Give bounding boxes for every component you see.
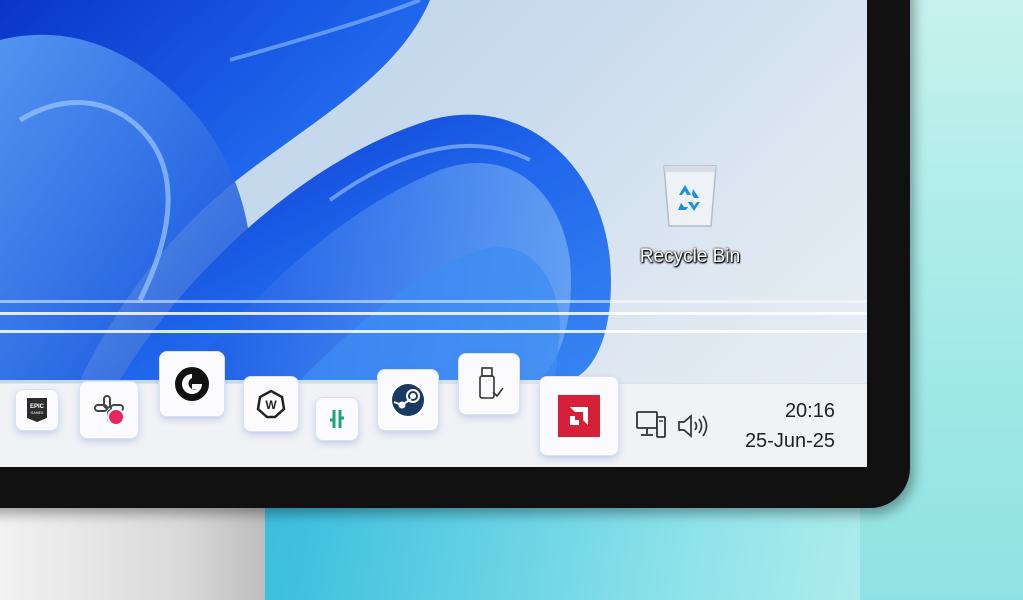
svg-text:W: W [265,398,277,412]
taskbar-app-green[interactable] [316,398,358,440]
amd-icon [558,395,600,437]
svg-text:GAMES: GAMES [31,411,44,415]
clock-time: 20:16 [784,400,835,422]
volume-icon[interactable] [676,412,710,440]
wootility-icon: W [256,389,286,419]
svg-text:EPIC: EPIC [30,404,45,410]
recycle-bin-icon [663,165,717,227]
app-green-icon [330,410,344,428]
taskbar-app-logitech-g-hub[interactable] [160,352,224,416]
logitech-g-icon [175,367,209,401]
monitor-bezel: Recycle Bin EPIC GAMES W 20:16 25-Jun-25 [0,0,910,508]
monitor-stand [0,505,265,600]
taskbar-app-slack[interactable] [80,382,138,438]
reflection-line [0,312,867,315]
recycle-bin-desktop-icon[interactable]: Recycle Bin [628,152,752,276]
reflection-line [0,330,867,333]
reflection-line [0,300,867,303]
taskbar-app-steam[interactable] [378,370,438,430]
taskbar-app-usb-safely-remove[interactable] [459,354,519,414]
recycle-bin-label: Recycle Bin [639,246,741,267]
slack-icon [94,395,125,426]
epic-games-icon: EPIC GAMES [27,398,47,422]
taskbar-app-epic-games[interactable]: EPIC GAMES [16,390,58,430]
usb-drive-icon [479,367,504,399]
network-icon[interactable] [635,409,667,441]
taskbar-app-amd-software[interactable] [540,377,618,455]
screen: Recycle Bin EPIC GAMES W 20:16 25-Jun-25 [0,0,867,467]
taskbar-clock[interactable]: 20:16 25-Jun-25 [745,396,835,456]
clock-date: 25-Jun-25 [744,430,835,452]
steam-icon [392,384,424,416]
notification-badge-icon [107,408,125,426]
taskbar-app-wootility[interactable]: W [244,377,298,431]
